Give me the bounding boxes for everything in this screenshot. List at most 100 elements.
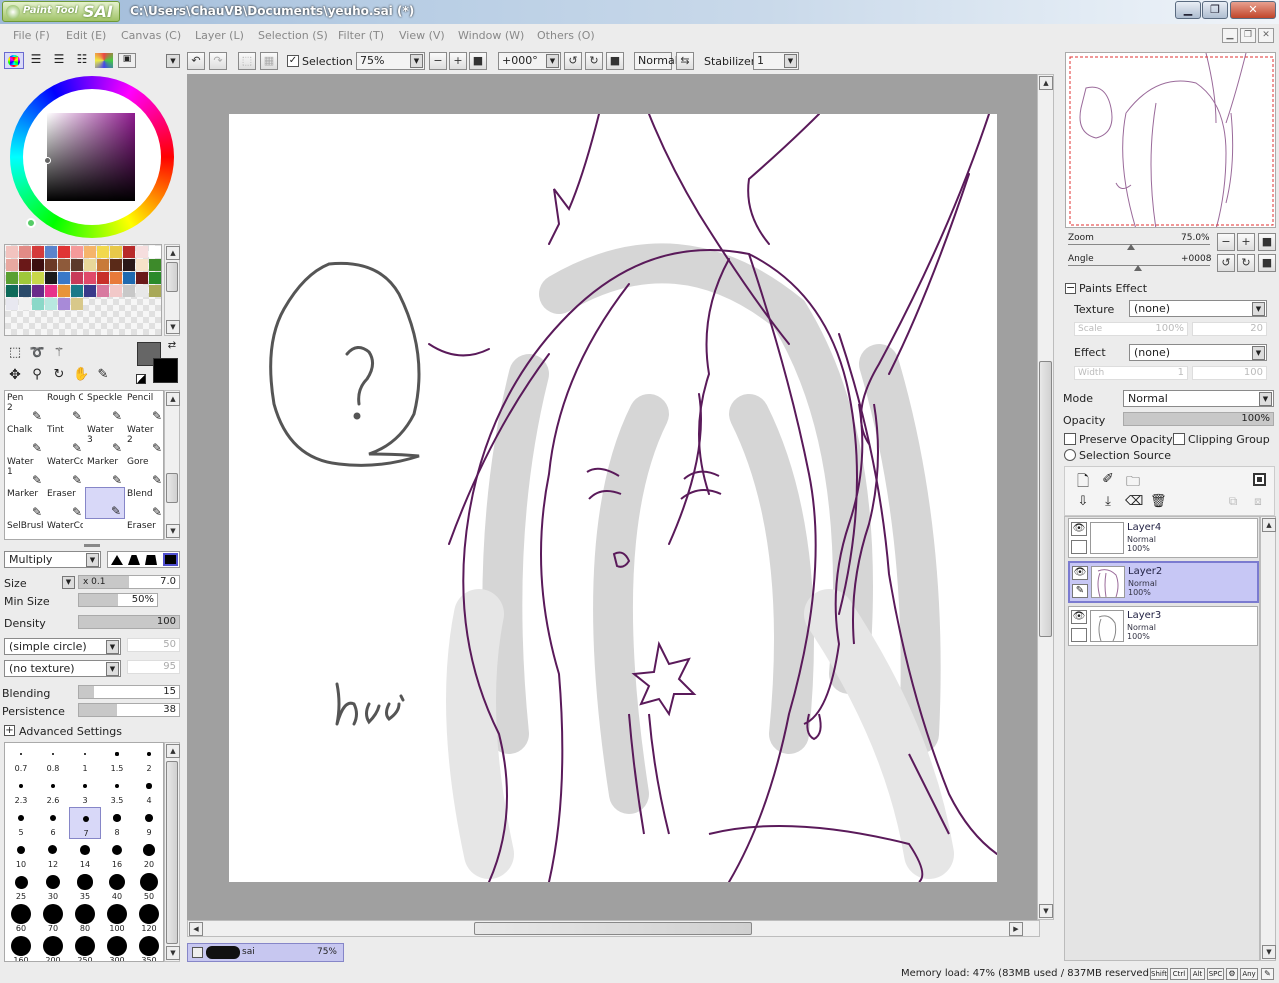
canvas-scroll-right-icon[interactable]: ▶ — [1009, 922, 1023, 936]
palette-swatch[interactable] — [45, 272, 57, 284]
apply-mask-icon[interactable]: ⧉ — [1225, 494, 1241, 509]
zoom-select[interactable]: 75% ▼ — [356, 52, 425, 70]
brush-size-option[interactable]: 8 — [101, 807, 133, 839]
tool-slot[interactable]: Speckle ✎ — [85, 391, 125, 423]
zoom-icon[interactable]: ⚲ — [29, 367, 45, 382]
width-slider[interactable]: Width 1 — [1074, 366, 1188, 380]
palette-swatch[interactable] — [110, 272, 122, 284]
visibility-eye-icon[interactable]: 👁 — [1072, 566, 1088, 580]
palette-swatch[interactable] — [19, 246, 31, 258]
tool-slot[interactable]: ✎ — [85, 519, 125, 539]
palette-swatch[interactable] — [6, 298, 18, 310]
new-folder-icon[interactable]: 🗀 — [1125, 471, 1141, 495]
palette-swatch[interactable] — [110, 259, 122, 271]
flat-edge-icon[interactable] — [163, 553, 178, 566]
move-icon[interactable]: ✥ — [7, 367, 23, 383]
brush-blend-mode-select[interactable]: Multiply ▼ — [4, 551, 101, 568]
medium-edge-icon[interactable] — [128, 555, 140, 565]
brush-size-option[interactable]: 9 — [133, 807, 163, 839]
advanced-settings-label[interactable]: Advanced Settings — [19, 725, 122, 738]
palette-swatch[interactable] — [45, 246, 57, 258]
angle-slider-thumb-icon[interactable] — [1134, 265, 1142, 271]
nav-zoom-in-icon[interactable]: + — [1237, 233, 1255, 251]
menu-filter[interactable]: Filter (T) — [338, 29, 384, 42]
palette-scroll-down-icon[interactable]: ▼ — [166, 320, 180, 334]
transfer-down-icon[interactable]: ⇩ — [1075, 494, 1091, 509]
palette-swatch[interactable] — [97, 246, 109, 258]
merge-down-icon[interactable]: ⤓ — [1100, 494, 1116, 509]
palette-swatch[interactable] — [6, 272, 18, 284]
tool-slot[interactable]: Marker ✎ — [5, 487, 45, 519]
rotate-icon[interactable]: ↻ — [51, 367, 67, 382]
tool-slot[interactable]: Gore ✎ — [125, 455, 163, 487]
palette-swatch[interactable] — [19, 259, 31, 271]
size-scroll-thumb[interactable] — [166, 761, 178, 944]
palette-swatch[interactable] — [84, 259, 96, 271]
palette-swatch[interactable] — [110, 246, 122, 258]
width-amount-slider[interactable]: 100 — [1192, 366, 1267, 380]
brush-size-option[interactable]: 350 — [133, 935, 163, 961]
paint-texture-select[interactable]: (none) ▼ — [1129, 300, 1267, 317]
angle-select[interactable]: +000° ▼ — [498, 52, 561, 70]
palette-swatch[interactable] — [149, 259, 161, 271]
brush-shape-slider[interactable]: 50 — [127, 638, 180, 652]
palette-swatch[interactable] — [45, 259, 57, 271]
min-size-slider[interactable]: 50% — [78, 593, 158, 607]
navigator-zoom-slider[interactable] — [1068, 244, 1210, 245]
saturation-value-square[interactable] — [47, 113, 135, 201]
palette-swatch[interactable] — [110, 285, 122, 297]
nav-rotate-reset-icon[interactable]: ■ — [1258, 254, 1276, 272]
preserve-opacity-checkbox[interactable] — [1064, 433, 1076, 445]
palette-swatch[interactable] — [6, 246, 18, 258]
layers-scrollbar[interactable]: ▲ ▼ — [1260, 516, 1276, 961]
brush-size-option[interactable]: 250 — [69, 935, 101, 961]
menu-layer[interactable]: Layer (L) — [195, 29, 244, 42]
close-button[interactable]: ✕ — [1230, 1, 1276, 19]
brush-size-option[interactable]: 120 — [133, 903, 163, 935]
tools-scroll-up-icon[interactable]: ▲ — [166, 392, 180, 406]
tool-slot[interactable]: Water 2 ✎ — [125, 423, 163, 455]
brush-size-option[interactable]: 5 — [5, 807, 37, 839]
tools-scroll-thumb[interactable] — [166, 473, 178, 503]
size-scroll-down-icon[interactable]: ▼ — [166, 946, 180, 960]
tools-scroll-down-icon[interactable]: ▼ — [166, 524, 180, 538]
layers-scroll-down-icon[interactable]: ▼ — [1262, 945, 1276, 959]
layer-mode-select[interactable]: Normal ▼ — [1123, 390, 1274, 407]
tool-slot[interactable]: Water 3 ✎ — [85, 423, 125, 455]
palette-swatch[interactable] — [45, 298, 57, 310]
brush-size-option[interactable]: 60 — [5, 903, 37, 935]
brush-size-option[interactable]: 6 — [37, 807, 69, 839]
brush-size-option[interactable]: 300 — [101, 935, 133, 961]
palette-swatch[interactable] — [71, 298, 83, 310]
mdi-minimize-icon[interactable]: ▁ — [1222, 28, 1238, 43]
palette-swatch[interactable] — [6, 259, 18, 271]
brush-size-option[interactable]: 7 — [69, 807, 101, 839]
nav-rotate-right-icon[interactable]: ↻ — [1237, 254, 1255, 272]
blending-slider[interactable]: 15 — [78, 685, 180, 699]
magic-wand-icon[interactable]: ⚚ — [51, 345, 67, 359]
palette-swatch[interactable] — [84, 272, 96, 284]
persistence-slider[interactable]: 38 — [78, 703, 180, 717]
advanced-settings-expand-icon[interactable]: + — [4, 725, 15, 736]
brush-size-option[interactable]: 80 — [69, 903, 101, 935]
palette-swatch[interactable] — [58, 259, 70, 271]
tool-slot[interactable]: Water 1 ✎ — [5, 455, 45, 487]
tool-slot[interactable]: Eraser ✎ — [125, 519, 163, 539]
menu-canvas[interactable]: Canvas (C) — [121, 29, 181, 42]
menu-others[interactable]: Others (O) — [537, 29, 595, 42]
layers-scroll-up-icon[interactable]: ▲ — [1262, 518, 1276, 532]
canvas-scroll-left-icon[interactable]: ◀ — [189, 922, 203, 936]
marquee-select-icon[interactable]: ⬚ — [7, 345, 23, 360]
sv-cursor[interactable] — [44, 157, 51, 164]
color-wheel[interactable] — [10, 76, 174, 238]
rgb-slider-mode-icon[interactable]: ☰ — [27, 53, 45, 65]
brush-texture-select[interactable]: (no texture) ▼ — [4, 660, 121, 677]
brush-size-option[interactable]: 3 — [69, 775, 101, 807]
palette-swatch[interactable] — [84, 246, 96, 258]
tool-slot[interactable]: Chalk ✎ — [5, 423, 45, 455]
hsv-slider-mode-icon[interactable]: ☰ — [50, 53, 68, 65]
palette-swatch[interactable] — [123, 272, 135, 284]
brush-shape-select[interactable]: (simple circle) ▼ — [4, 638, 121, 655]
mdi-restore-icon[interactable]: ❐ — [1240, 28, 1256, 43]
brush-size-option[interactable]: 1.5 — [101, 743, 133, 775]
